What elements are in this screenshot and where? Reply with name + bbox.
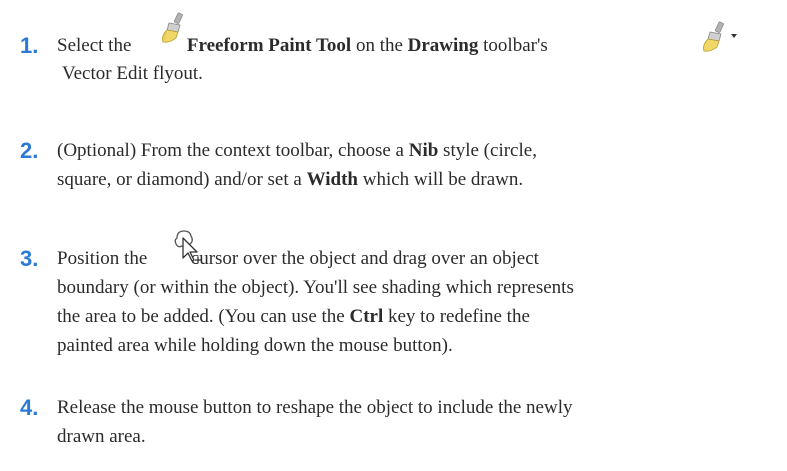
step-number: 2. [20, 138, 39, 163]
step-text: toolbar's [483, 35, 548, 56]
option-name: Width [306, 169, 358, 190]
tool-name: Freeform Paint Tool [186, 35, 352, 56]
instruction-steps: 1. Select the Freeform Paint Tool on the… [0, 0, 787, 471]
step-text: on the [355, 35, 403, 56]
step-number: 3. [20, 246, 39, 271]
step-number: 4. [20, 395, 39, 420]
step-text: Select the [57, 35, 132, 56]
step-3-line-4: painted area while holding down the mous… [57, 335, 453, 356]
step-text: which will be drawn. [362, 169, 524, 190]
step-text: the area to be added. (You can use the [57, 306, 345, 327]
step-text: style (circle, [443, 140, 537, 161]
freeform-paint-brush-icon [159, 12, 189, 44]
step-4-line-2: drawn area. [57, 426, 146, 447]
step-number: 1. [20, 33, 39, 58]
step-3-line-1: Position the cursor over the object and … [57, 248, 539, 270]
option-name: Nib [408, 140, 439, 161]
step-1-line-2: Vector Edit flyout. [62, 63, 203, 84]
step-text: square, or diamond) and/or set a [57, 169, 302, 190]
key-name: Ctrl [349, 306, 384, 327]
step-3-line-3: the area to be added. (You can use the C… [57, 306, 530, 328]
step-text: Position the [57, 248, 148, 269]
step-text: (Optional) From the context toolbar, cho… [57, 140, 404, 161]
toolbar-name: Drawing [407, 35, 479, 56]
step-2-line-2: square, or diamond) and/or set a Width w… [57, 169, 523, 191]
freeform-paint-cursor-icon [171, 228, 203, 268]
step-3-line-2: boundary (or within the object). You'll … [57, 277, 574, 298]
step-2-line-1: (Optional) From the context toolbar, cho… [57, 140, 537, 162]
vector-edit-flyout-icon [700, 21, 740, 53]
step-text: key to redefine the [387, 306, 530, 327]
step-1-line-1: Select the Freeform Paint Tool on the Dr… [57, 35, 548, 57]
step-4-line-1: Release the mouse button to reshape the … [57, 397, 573, 418]
step-text: cursor over the object and drag over an … [190, 248, 539, 269]
